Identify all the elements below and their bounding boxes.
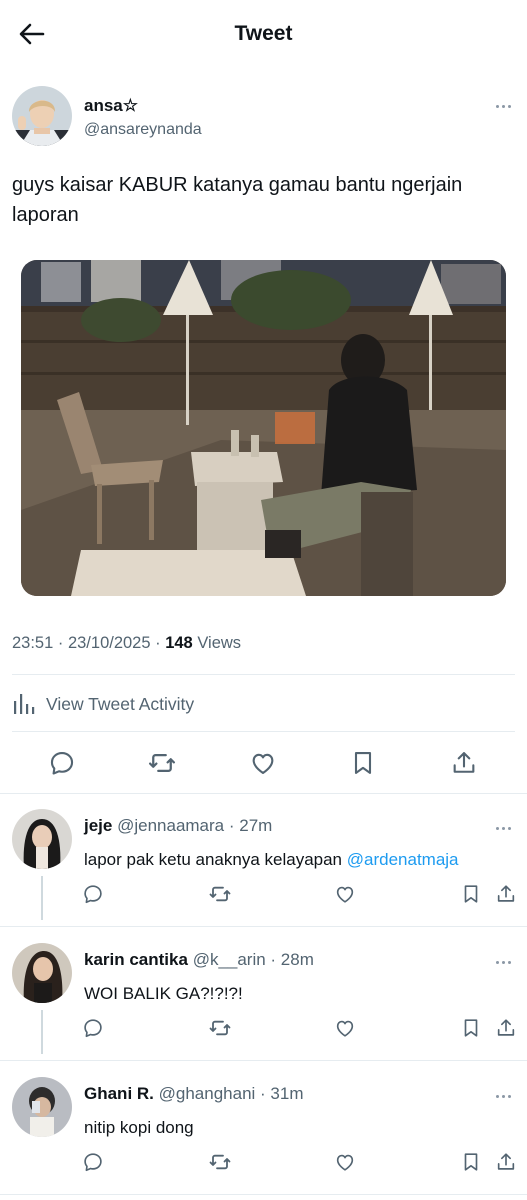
bookmark-icon [460,1017,482,1039]
retweet-icon [208,1016,232,1040]
reply-text: lapor pak ketu anaknya kelayapan @ardena… [84,850,459,870]
reply-handle[interactable]: @jennaamara · 27m [117,816,272,835]
share-button[interactable] [494,882,518,906]
more-options-icon[interactable] [491,1086,515,1106]
reply-icon [82,883,104,905]
share-button[interactable] [494,1016,518,1040]
reply-button[interactable] [81,1016,105,1040]
bookmark-button[interactable] [459,1016,483,1040]
bookmark-button[interactable] [459,1150,483,1174]
divider [0,1194,527,1195]
top-bar: Tweet [0,0,527,70]
divider [12,674,515,675]
reply-icon [82,1151,104,1173]
bookmark-button[interactable] [459,882,483,906]
reply-button[interactable] [81,1150,105,1174]
tweet-timestamp: 23:51 · 23/10/2025 · [12,634,166,652]
reply-handle[interactable]: @ghanghani · 31m [159,1084,304,1103]
reply-header: jeje @jennaamara · 27m [84,816,272,836]
like-icon [334,1017,356,1039]
reply-author-name[interactable]: Ghani R. [84,1084,154,1103]
reply-avatar[interactable] [12,943,72,1003]
tweet-photo[interactable] [21,260,506,596]
reply-icon [48,749,76,777]
reply-item[interactable]: karin cantika @k__arin · 28m WOI BALIK G… [0,930,527,1060]
bookmark-button[interactable] [348,748,378,778]
more-options-icon[interactable] [491,818,515,838]
author-handle[interactable]: @ansareynanda [84,121,202,139]
share-button[interactable] [449,748,479,778]
retweet-button[interactable] [208,1150,232,1174]
divider [12,731,515,732]
tweet-author: ansa☆ @ansareynanda [12,86,515,150]
retweet-icon [147,748,177,778]
retweet-button[interactable] [208,1016,232,1040]
reply-header: karin cantika @k__arin · 28m [84,950,314,970]
thread-line [41,876,43,920]
retweet-button[interactable] [208,882,232,906]
reply-avatar[interactable] [12,1077,72,1137]
like-icon [249,749,277,777]
reply-button[interactable] [81,882,105,906]
reply-text: nitip kopi dong [84,1118,194,1137]
retweet-icon [208,882,232,906]
reply-avatar[interactable] [12,809,72,869]
reply-header: Ghani R. @ghanghani · 31m [84,1084,304,1104]
divider [0,793,527,794]
retweet-button[interactable] [147,748,177,778]
reply-text-content: lapor pak ketu anaknya kelayapan [84,850,347,869]
more-options-icon[interactable] [491,952,515,972]
activity-label: View Tweet Activity [46,693,195,714]
like-button[interactable] [333,1150,357,1174]
share-icon [450,749,478,777]
mention-link[interactable]: @ardenatmaja [347,850,459,869]
thread-line [41,1010,43,1054]
tweet-meta: 23:51 · 23/10/2025 · 148 Views [12,634,241,653]
views-count: 148 [165,634,193,652]
reply-text: WOI BALIK GA?!?!?! [84,984,243,1003]
reply-handle[interactable]: @k__arin · 28m [193,950,314,969]
more-options-icon[interactable] [491,96,515,116]
like-icon [334,883,356,905]
like-button[interactable] [333,1016,357,1040]
reply-author-name[interactable]: karin cantika [84,950,188,969]
reply-author-name[interactable]: jeje [84,816,112,835]
share-button[interactable] [494,1150,518,1174]
views-label: Views [192,634,242,652]
author-avatar[interactable] [12,86,72,146]
bookmark-icon [460,883,482,905]
reply-button[interactable] [47,748,77,778]
share-icon [495,1017,517,1039]
view-activity-button[interactable]: View Tweet Activity [12,688,194,720]
bookmark-icon [349,749,377,777]
like-icon [334,1151,356,1173]
analytics-icon [14,694,35,714]
share-icon [495,883,517,905]
reply-icon [82,1017,104,1039]
like-button[interactable] [333,882,357,906]
bookmark-icon [460,1151,482,1173]
share-icon [495,1151,517,1173]
tweet-text: guys kaisar KABUR katanya gamau bantu ng… [12,174,463,226]
author-name[interactable]: ansa☆ [84,96,138,116]
reply-item[interactable]: jeje @jennaamara · 27m lapor pak ketu an… [0,796,527,926]
reply-item[interactable]: Ghani R. @ghanghani · 31m nitip kopi don… [0,1064,527,1194]
divider [0,1060,527,1061]
retweet-icon [208,1150,232,1174]
tweet-actions [0,742,527,784]
page-title: Tweet [234,22,293,45]
divider [0,926,527,927]
like-button[interactable] [248,748,278,778]
